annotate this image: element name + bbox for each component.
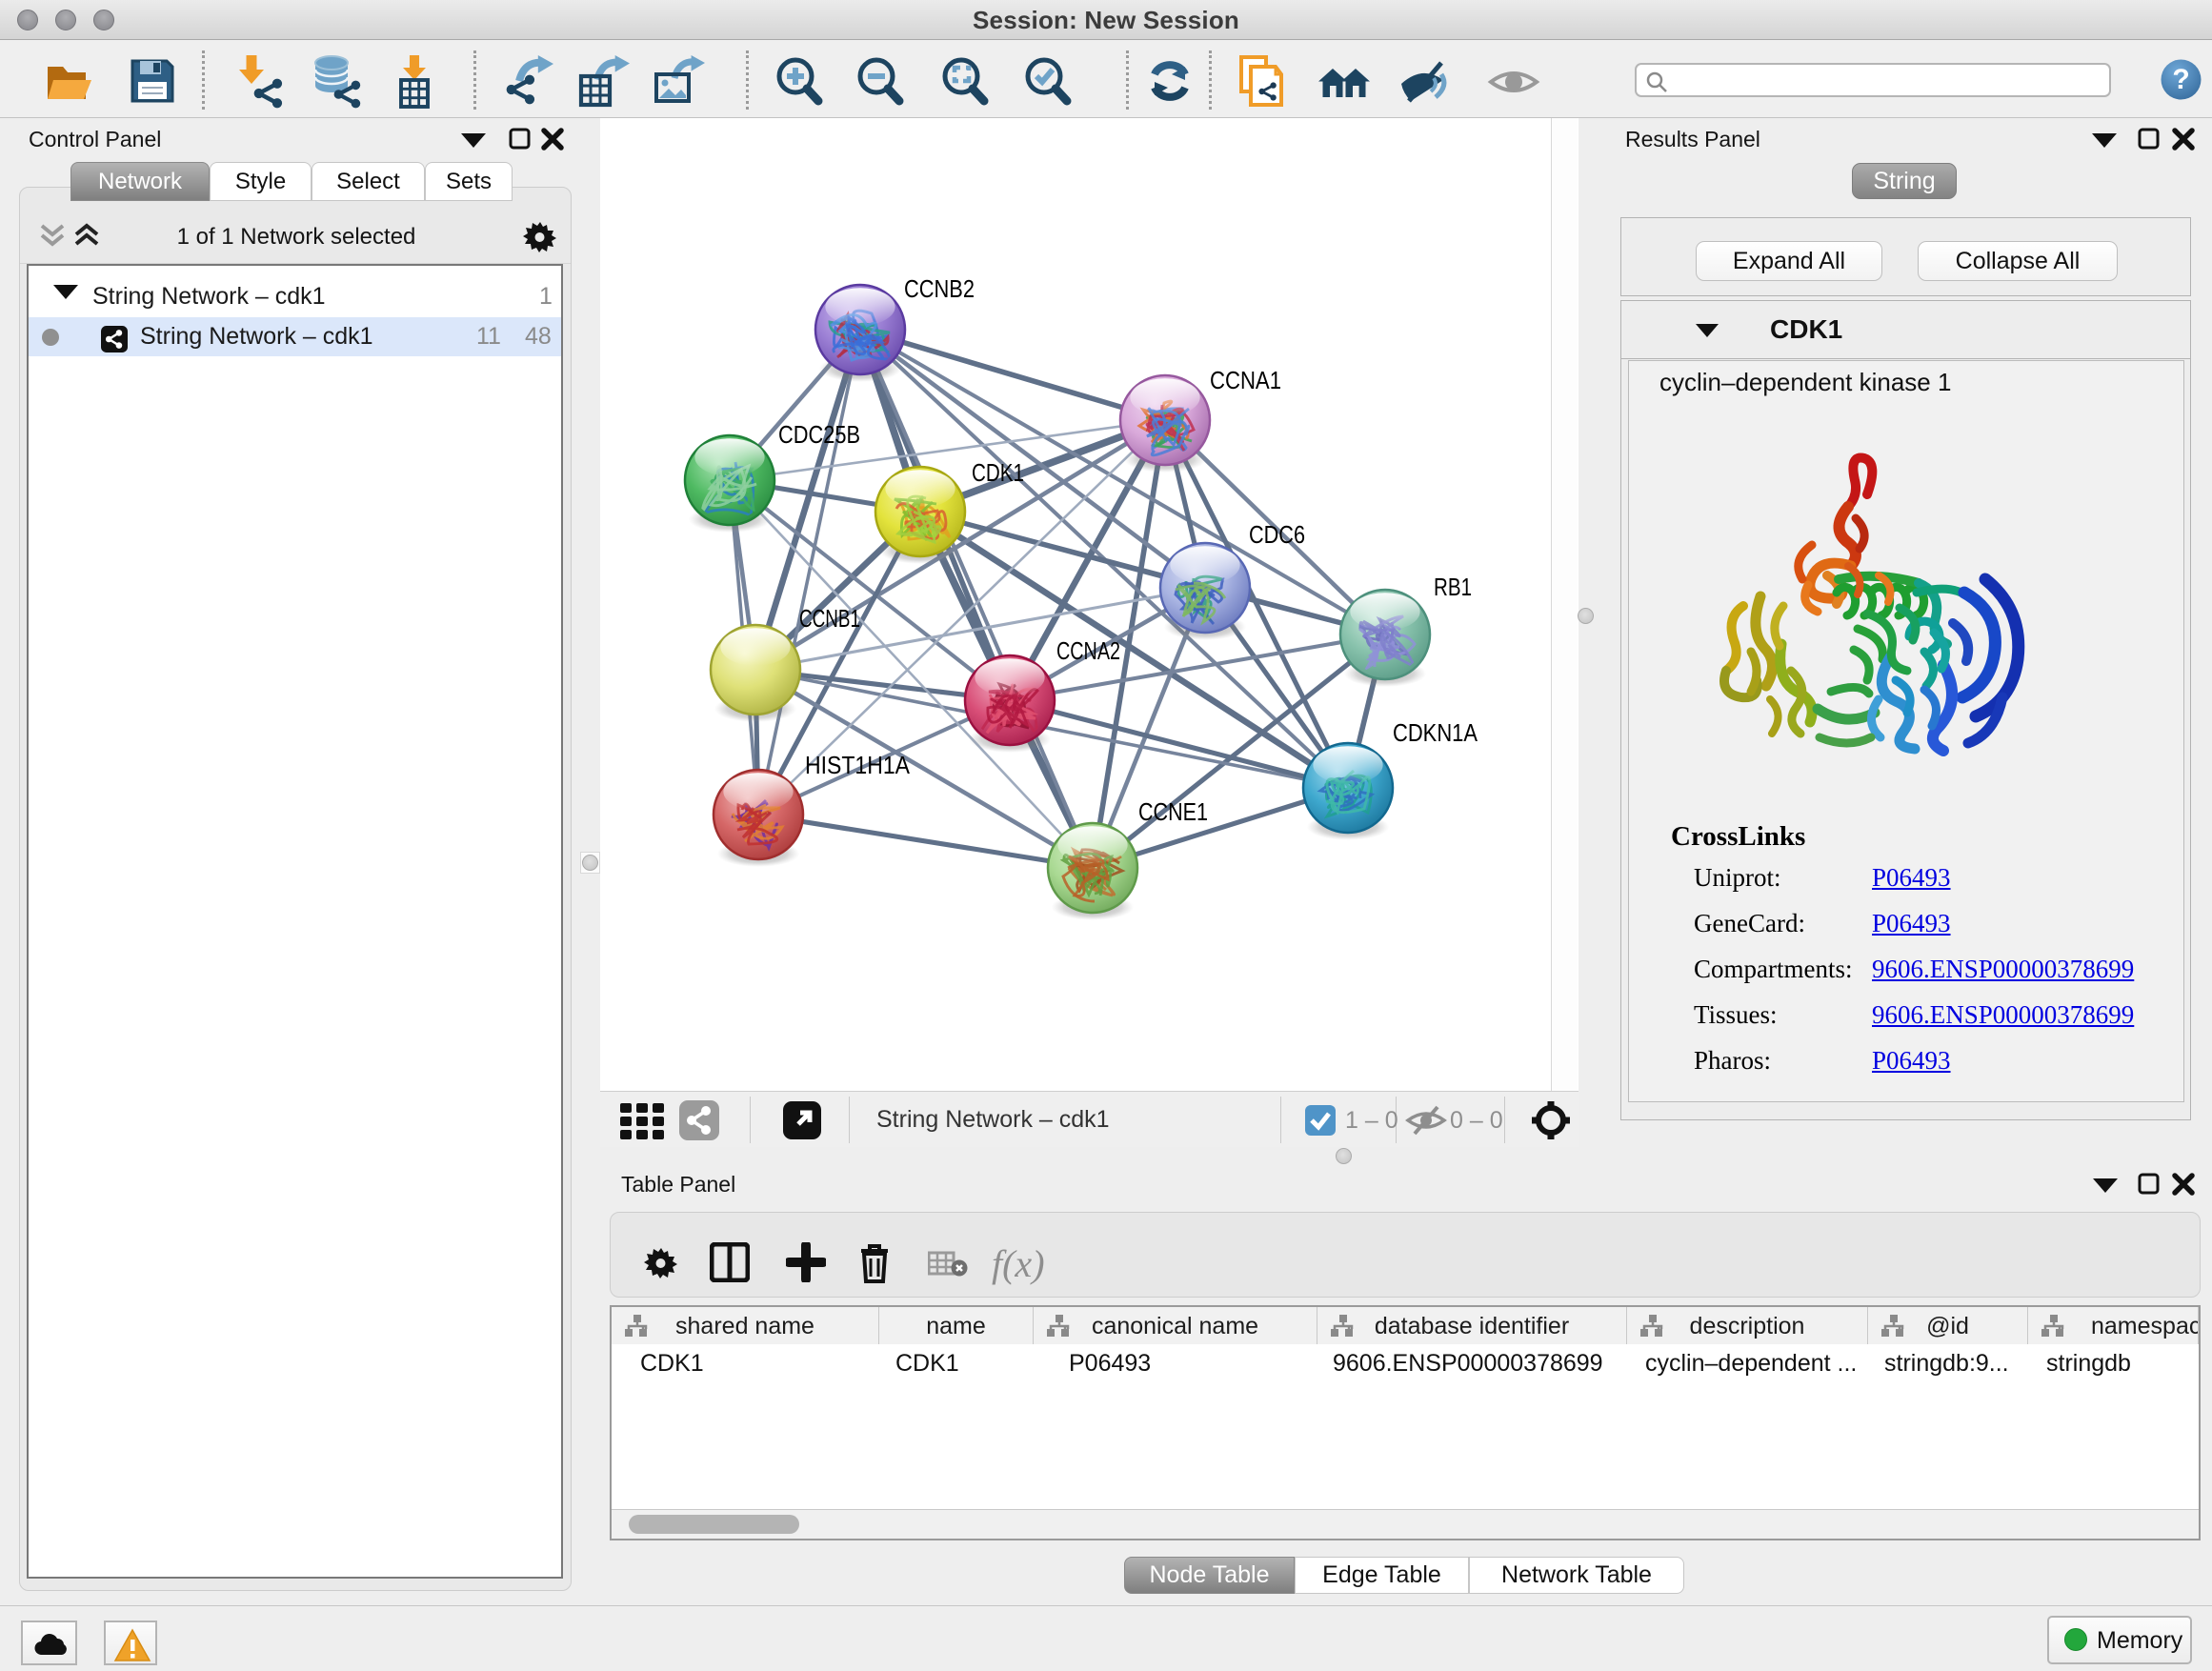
svg-text:?: ? bbox=[2172, 64, 2189, 95]
svg-text:CCNE1: CCNE1 bbox=[1138, 797, 1208, 826]
svg-text:CCNA1: CCNA1 bbox=[1210, 366, 1281, 394]
svg-text:CDC6: CDC6 bbox=[1249, 520, 1305, 549]
svg-text:HIST1H1A: HIST1H1A bbox=[805, 751, 911, 779]
svg-text:CCNB2: CCNB2 bbox=[904, 274, 975, 303]
svg-text:CCNB1: CCNB1 bbox=[799, 604, 860, 633]
svg-text:CDC25B: CDC25B bbox=[778, 420, 860, 449]
svg-text:RB1: RB1 bbox=[1434, 573, 1472, 601]
svg-text:CCNA2: CCNA2 bbox=[1056, 636, 1120, 665]
svg-text:CDKN1A: CDKN1A bbox=[1393, 718, 1478, 747]
svg-text:CDK1: CDK1 bbox=[972, 458, 1024, 487]
